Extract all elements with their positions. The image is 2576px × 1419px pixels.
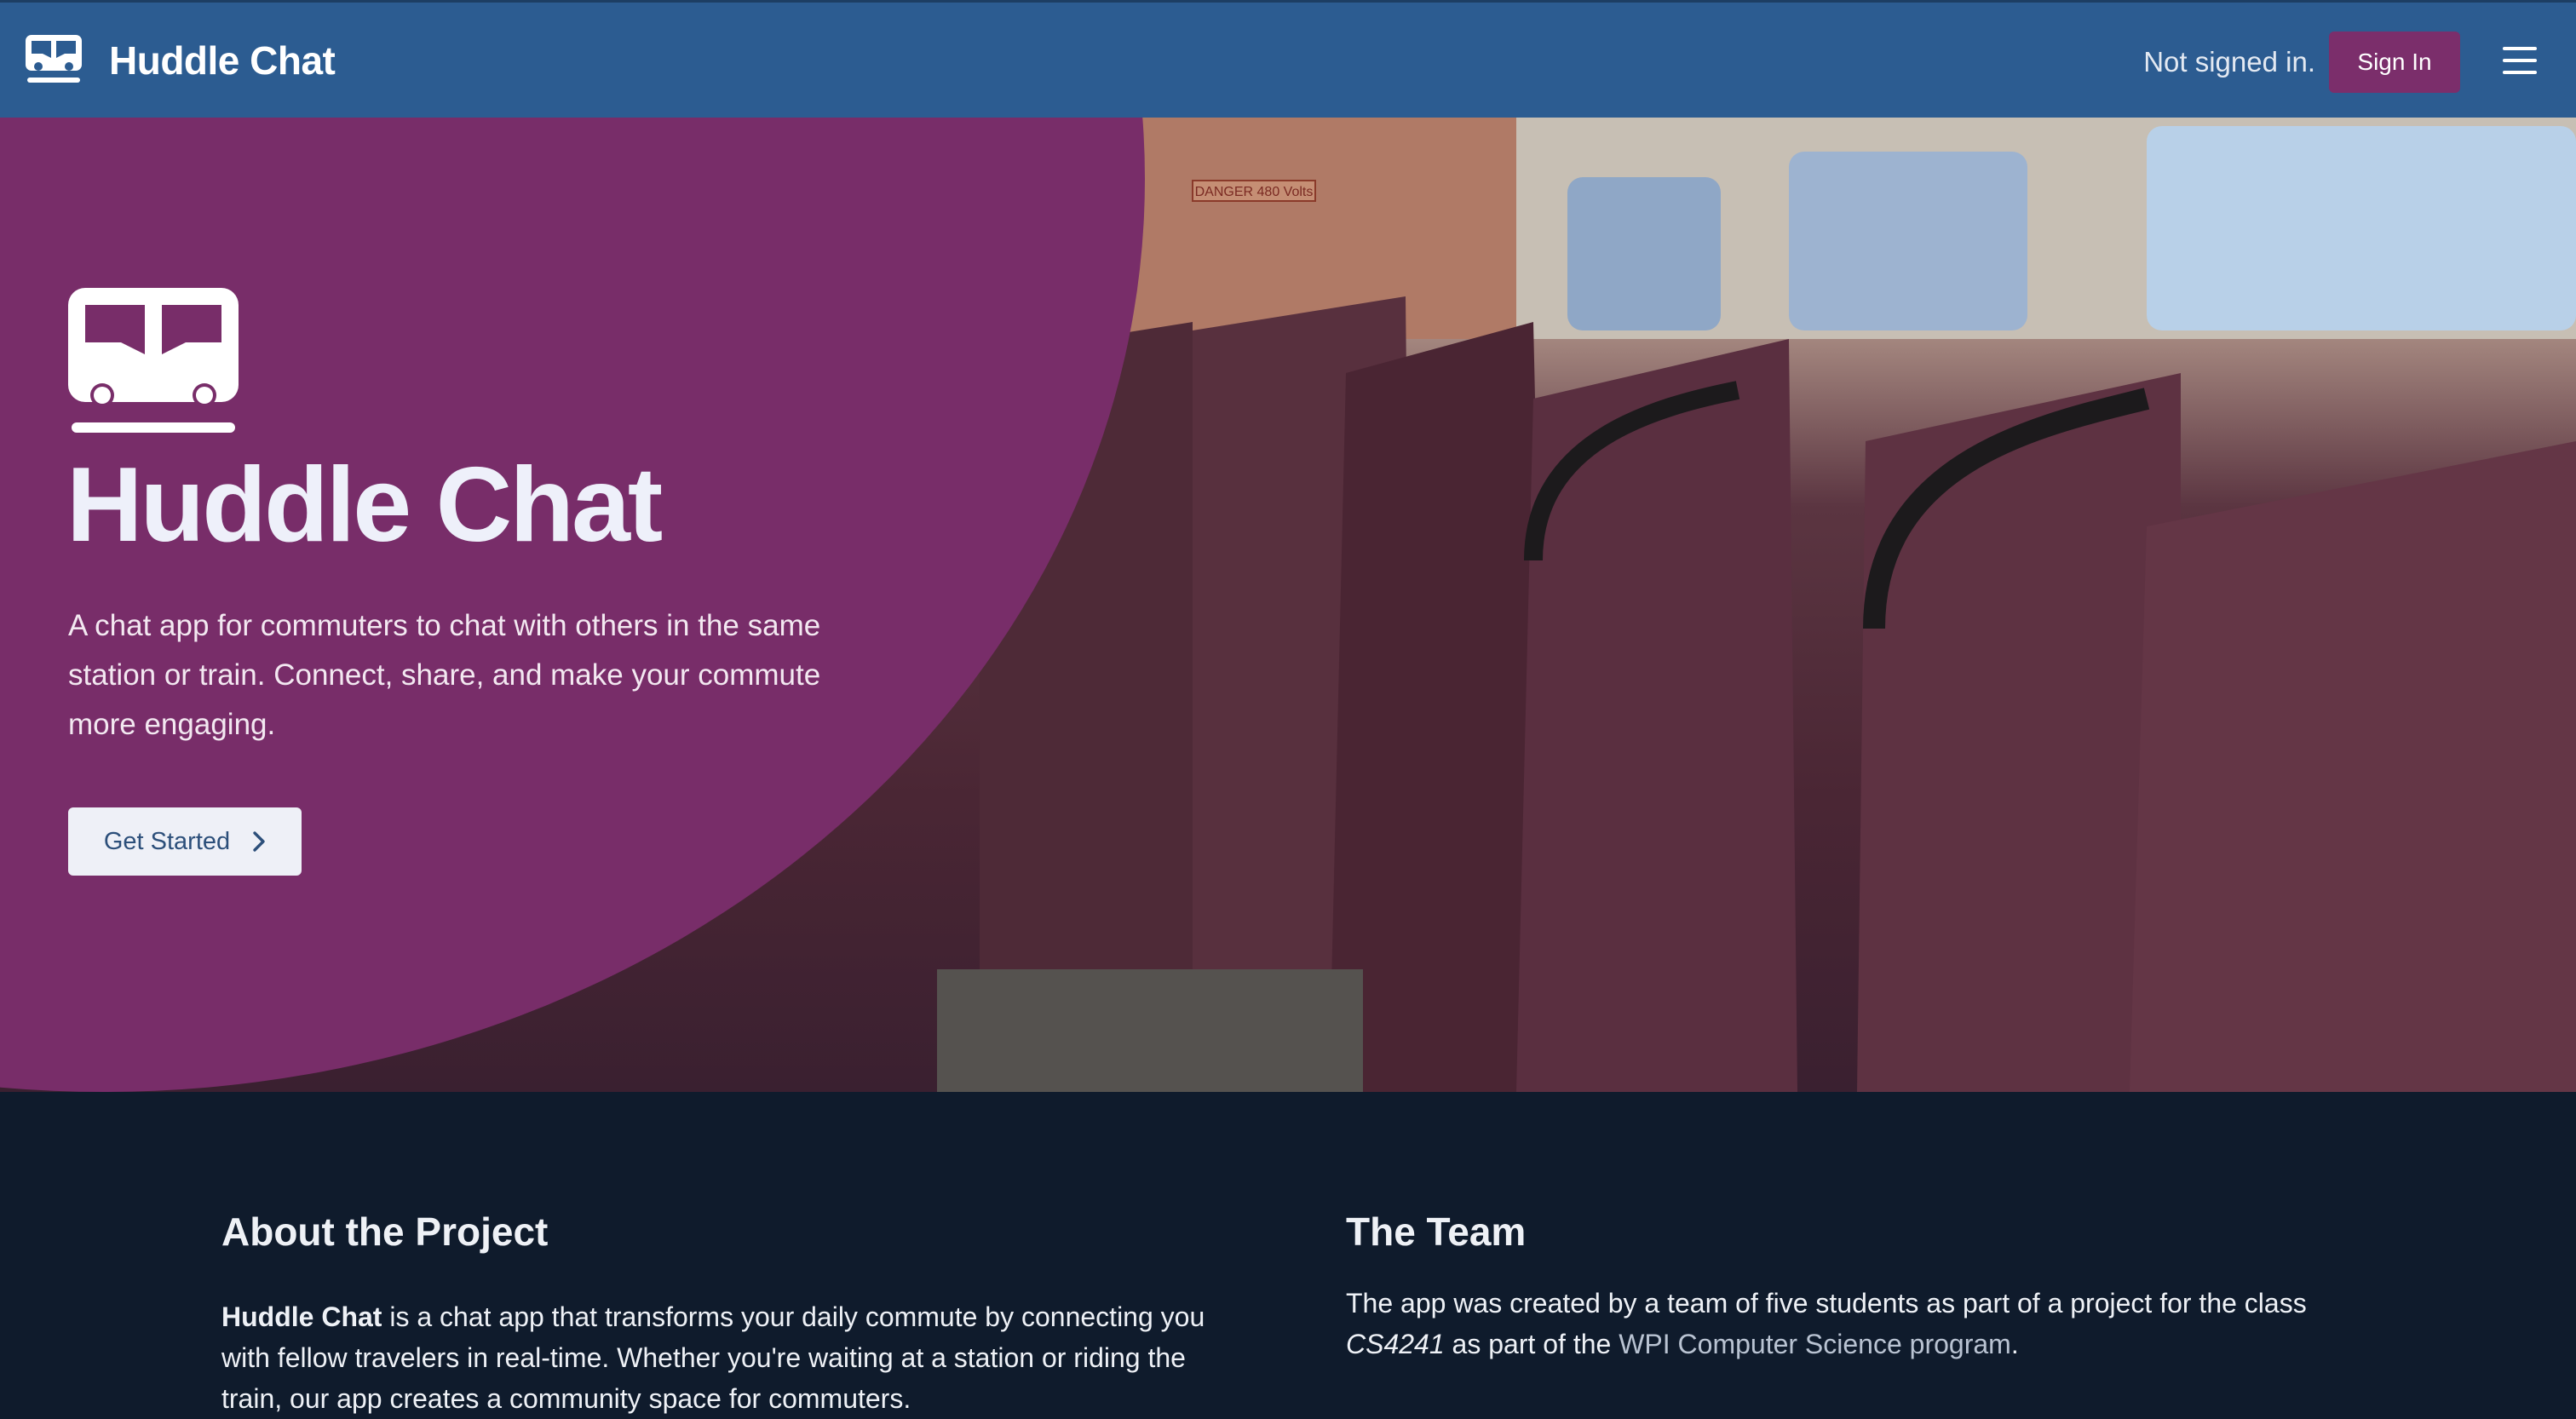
sign-in-button[interactable]: Sign In bbox=[2329, 32, 2460, 93]
get-started-button[interactable]: Get Started bbox=[68, 807, 302, 876]
team-text: The app was created by a team of five st… bbox=[1346, 1283, 2368, 1364]
team-body-2: as part of the bbox=[1444, 1329, 1619, 1359]
about-brand: Huddle Chat bbox=[221, 1301, 382, 1332]
hero-description: A chat app for commuters to chat with ot… bbox=[68, 609, 821, 741]
sign-in-status: Not signed in. bbox=[2143, 46, 2315, 78]
team-body-1: The app was created by a team of five st… bbox=[1346, 1288, 2307, 1318]
about-title: About the Project bbox=[221, 1209, 549, 1254]
info-footer: About the Project Huddle Chat is a chat … bbox=[0, 1092, 2576, 1414]
hero-title: Huddle Chat bbox=[66, 446, 663, 564]
hero-train-logo-icon bbox=[68, 288, 239, 433]
wpi-cs-link[interactable]: WPI Computer Science program bbox=[1619, 1329, 2011, 1359]
chevron-right-icon bbox=[253, 831, 265, 852]
course-code: CS4241 bbox=[1346, 1329, 1445, 1359]
team-body-3: . bbox=[2010, 1329, 2019, 1359]
about-text: Huddle Chat is a chat app that transform… bbox=[221, 1296, 1227, 1419]
get-started-label: Get Started bbox=[103, 827, 231, 855]
nav-brand-title[interactable]: Huddle Chat bbox=[109, 37, 336, 84]
menu-icon[interactable] bbox=[2503, 47, 2537, 76]
team-title: The Team bbox=[1346, 1209, 1527, 1254]
photo-sign-text: DANGER 480 Volts bbox=[1195, 185, 1314, 199]
hero-section: DANGER 480 Volts Huddle Chat A chat app … bbox=[0, 118, 2576, 1092]
train-logo-icon[interactable] bbox=[26, 35, 82, 84]
navbar: Huddle Chat Not signed in. Sign In bbox=[0, 0, 2576, 118]
